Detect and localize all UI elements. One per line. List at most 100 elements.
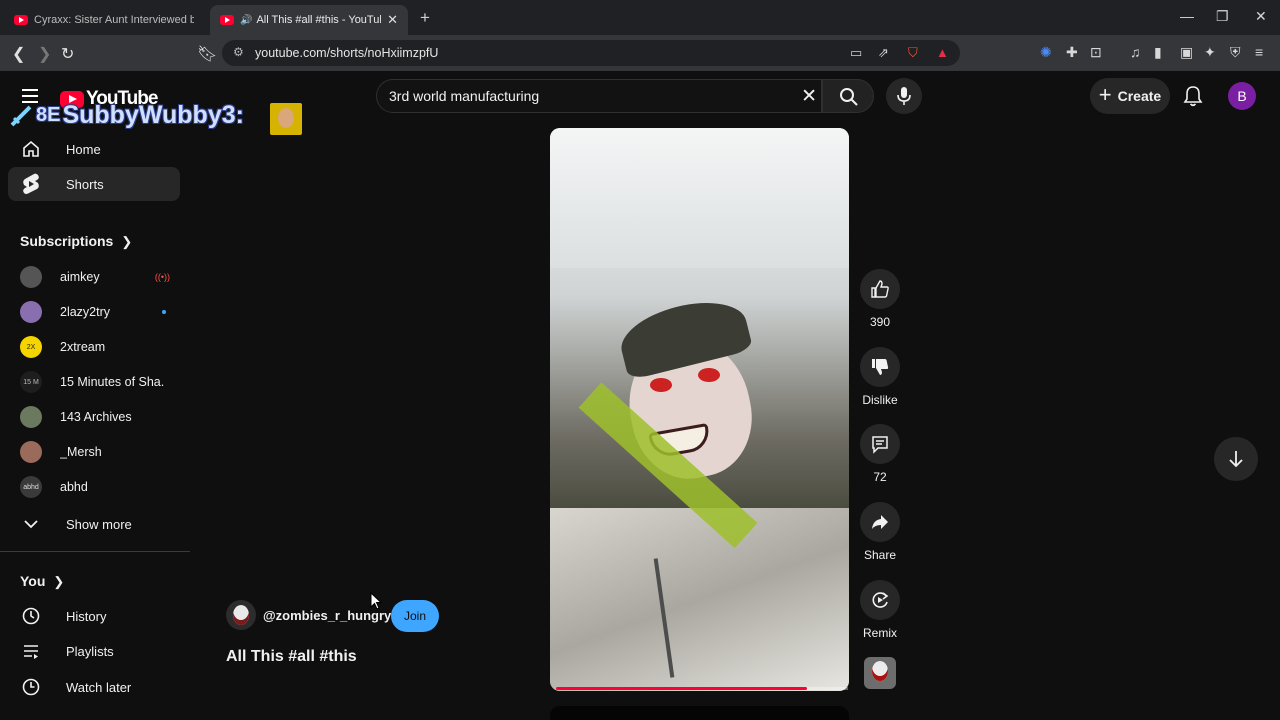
maximize-icon[interactable]: ❐: [1216, 8, 1229, 25]
tab-title: All This #all #this - YouTube: [256, 14, 382, 26]
sidebar-item-shorts[interactable]: Shorts: [8, 167, 180, 201]
comment-count: 72: [873, 470, 887, 484]
channel-avatar: 2X: [20, 336, 42, 358]
share-action[interactable]: Share: [860, 502, 900, 562]
search-box[interactable]: 3rd world manufacturing ✕: [376, 79, 822, 113]
subscription-item[interactable]: 15 M 15 Minutes of Sha...: [8, 365, 180, 399]
sidebar-item-label: Watch later: [66, 679, 132, 695]
sidebar-item-home[interactable]: Home: [8, 132, 180, 166]
watch-later-icon: [20, 676, 42, 698]
sound-thumbnail[interactable]: [864, 657, 896, 689]
reload-icon[interactable]: ↻: [61, 44, 74, 64]
video-snow-region: [550, 128, 849, 268]
extension-icon[interactable]: ✺: [1040, 44, 1052, 61]
subscription-label: 15 Minutes of Sha...: [60, 375, 164, 389]
comments-button[interactable]: [860, 424, 900, 464]
sidebar-item-label: History: [66, 608, 107, 624]
browser-toolbar: ❮ ❯ ↻ 🔖︎ ⚙ youtube.com/shorts/noHxiimzpf…: [0, 35, 1280, 71]
channel-handle[interactable]: @zombies_r_hungry: [263, 608, 391, 623]
dislike-label: Dislike: [862, 393, 898, 407]
vpn-icon[interactable]: ⛨: [1230, 44, 1241, 61]
subscription-item[interactable]: abhd abhd: [8, 470, 180, 504]
next-short-preview[interactable]: [550, 706, 849, 720]
you-heading[interactable]: You ❯: [20, 573, 64, 590]
browser-tab-active[interactable]: 🔊 All This #all #this - YouTube ✕: [210, 5, 408, 35]
media-icon[interactable]: ♫: [1130, 44, 1141, 60]
sidebar-item-watch-later[interactable]: Watch later: [8, 670, 180, 704]
forward-icon[interactable]: ❯: [38, 44, 51, 64]
screenshot-icon[interactable]: ⊡: [1090, 44, 1102, 61]
address-bar[interactable]: ⚙ youtube.com/shorts/noHxiimzpfU ▭ ⇗ ⛉ ▲: [222, 40, 960, 66]
dislike-action[interactable]: Dislike: [860, 347, 900, 407]
brave-shields-icon[interactable]: ⛉: [908, 45, 918, 61]
home-icon: [20, 138, 42, 160]
subscription-item[interactable]: 2X 2xtream: [8, 330, 180, 364]
wallet-icon[interactable]: ▣: [1180, 44, 1193, 61]
brave-rewards-icon[interactable]: ▲: [936, 45, 949, 60]
puzzle-extensions-icon[interactable]: ✚: [1066, 44, 1078, 61]
sidebar-item-history[interactable]: History: [8, 599, 180, 633]
menu-icon[interactable]: ≡: [1255, 44, 1263, 60]
thumbs-down-icon: [872, 359, 889, 375]
dislike-button[interactable]: [860, 347, 900, 387]
subscriptions-heading[interactable]: Subscriptions ❯: [20, 233, 132, 250]
browser-tab[interactable]: Cyraxx: Sister Aunt Interviewed by Tr: [4, 5, 204, 35]
short-video-player[interactable]: [550, 128, 849, 691]
share-page-icon[interactable]: ⇗: [878, 45, 889, 61]
like-button[interactable]: [860, 269, 900, 309]
stream-overlay-name: 8E SubbyWubby3:: [10, 101, 244, 130]
youtube-favicon-icon: [220, 15, 234, 25]
back-icon[interactable]: ❮: [12, 44, 25, 64]
minimize-icon[interactable]: —: [1180, 8, 1194, 24]
account-avatar[interactable]: B: [1228, 82, 1256, 110]
remix-button[interactable]: [860, 580, 900, 620]
chevron-down-icon: [20, 513, 42, 535]
search-input[interactable]: 3rd world manufacturing: [389, 88, 539, 104]
subscription-item[interactable]: aimkey ((•)): [8, 260, 180, 294]
clear-search-icon[interactable]: ✕: [801, 85, 817, 108]
share-button[interactable]: [860, 502, 900, 542]
new-tab-icon[interactable]: +: [420, 8, 430, 28]
leo-ai-icon[interactable]: ✦: [1204, 44, 1216, 61]
create-button[interactable]: + Create: [1090, 78, 1170, 114]
mouse-cursor-icon: [370, 592, 382, 610]
sidebar-item-label: Shorts: [66, 176, 104, 192]
subscription-label: 2xtream: [60, 340, 106, 354]
plus-icon: +: [1098, 82, 1112, 107]
share-label: Share: [863, 548, 897, 562]
audio-playing-icon[interactable]: 🔊: [240, 15, 252, 26]
remix-action[interactable]: Remix: [860, 580, 900, 640]
join-button[interactable]: Join: [391, 600, 439, 632]
comment-icon: [872, 436, 888, 454]
channel-avatar: abhd: [20, 476, 42, 498]
chevron-right-icon: ❯: [53, 574, 65, 589]
site-info-icon[interactable]: ⚙: [233, 45, 244, 59]
chevron-right-icon: ❯: [121, 234, 133, 249]
video-eye-makeup: [650, 378, 672, 392]
channel-avatar: 15 M: [20, 371, 42, 393]
cast-icon[interactable]: ▭: [850, 45, 862, 61]
sidebar-toggle-icon[interactable]: ▮: [1154, 44, 1162, 61]
video-progress-bar[interactable]: [556, 687, 807, 690]
subscription-label: aimkey: [60, 270, 100, 284]
channel-avatar[interactable]: [226, 600, 256, 630]
tab-close-icon[interactable]: ✕: [387, 12, 398, 28]
comments-action[interactable]: 72: [860, 424, 900, 484]
next-short-button[interactable]: [1214, 437, 1258, 481]
search-button[interactable]: [822, 79, 874, 113]
notifications-bell-icon[interactable]: [1183, 85, 1203, 107]
playlists-icon: [20, 640, 42, 662]
sidebar-item-playlists[interactable]: Playlists: [8, 634, 180, 668]
short-title: All This #all #this: [226, 648, 357, 665]
voice-search-button[interactable]: [886, 78, 922, 114]
channel-avatar: [20, 266, 42, 288]
like-count: 390: [869, 315, 891, 329]
history-icon: [20, 605, 42, 627]
bookmark-icon[interactable]: 🔖︎: [197, 44, 217, 64]
like-action[interactable]: 390: [860, 269, 900, 329]
subscription-item[interactable]: 2lazy2try: [8, 295, 180, 329]
show-more-button[interactable]: Show more: [8, 507, 180, 541]
subscription-item[interactable]: 143 Archives: [8, 400, 180, 434]
window-close-icon[interactable]: ✕: [1255, 8, 1267, 25]
subscription-item[interactable]: _Mersh: [8, 435, 180, 469]
